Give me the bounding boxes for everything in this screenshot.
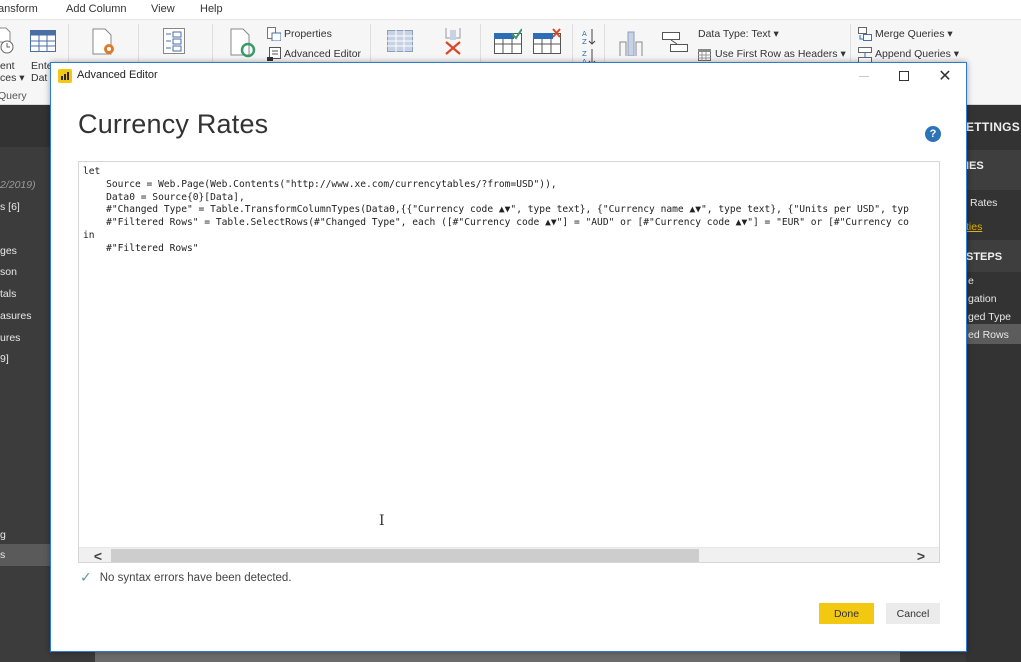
scroll-right-button[interactable]: > xyxy=(910,548,932,563)
group-by-icon[interactable] xyxy=(662,32,688,57)
queries-pane-item[interactable]: asures xyxy=(0,310,32,322)
maximize-button[interactable] xyxy=(884,63,924,89)
code-line[interactable]: #"Filtered Rows" xyxy=(83,243,909,256)
maximize-icon xyxy=(899,71,909,81)
m-code[interactable]: let Source = Web.Page(Web.Contents("http… xyxy=(83,166,909,256)
keep-rows-icon[interactable] xyxy=(494,28,523,59)
code-line[interactable]: #"Filtered Rows" = Table.SelectRows(#"Ch… xyxy=(83,217,909,230)
advanced-editor-button[interactable]: Advanced Editor xyxy=(284,48,361,60)
properties-button[interactable]: Properties xyxy=(284,28,332,40)
query-settings-pane: ETTINGS IES Rates ties STEPS e gation ge… xyxy=(966,105,1021,662)
menu-add-column[interactable]: Add Column xyxy=(66,3,127,15)
menu-help[interactable]: Help xyxy=(200,3,223,15)
help-icon[interactable]: ? xyxy=(925,126,941,142)
svg-text:Z: Z xyxy=(582,38,587,46)
queries-pane-header xyxy=(0,105,50,147)
menu-transform[interactable]: ansform xyxy=(0,3,38,15)
syntax-status-message: No syntax errors have been detected. xyxy=(99,571,292,584)
done-button[interactable]: Done xyxy=(819,603,874,624)
svg-text:A: A xyxy=(582,30,587,38)
recent-sources-dropdown[interactable]: ces ▾ xyxy=(0,72,25,84)
syntax-status: ✓ No syntax errors have been detected. xyxy=(80,569,292,586)
code-line[interactable]: Data0 = Source{0}[Data], xyxy=(83,192,909,205)
data-source-settings-icon[interactable] xyxy=(92,28,118,61)
code-line[interactable]: let xyxy=(83,166,909,179)
close-icon: ✕ xyxy=(938,68,952,85)
queries-pane-item-selected[interactable]: s xyxy=(0,549,5,561)
svg-text:Z: Z xyxy=(582,50,587,58)
queries-pane-item[interactable]: ges xyxy=(0,245,17,257)
code-line[interactable]: in xyxy=(83,230,909,243)
query-name-field[interactable]: Rates xyxy=(970,197,997,209)
split-column-icon[interactable] xyxy=(619,28,643,61)
queries-pane: 2/2019) s [6] ges son tals asures ures 9… xyxy=(0,105,50,662)
code-line[interactable]: Source = Web.Page(Web.Contents("http://w… xyxy=(83,179,909,192)
checkmark-icon: ✓ xyxy=(80,569,92,585)
scrollbar-thumb[interactable] xyxy=(111,549,699,562)
properties-icon[interactable] xyxy=(267,27,282,46)
applied-step[interactable]: ged Type xyxy=(968,311,1011,323)
menu-bar: ansform Add Column View Help xyxy=(0,0,1021,19)
dialog-title: Advanced Editor xyxy=(77,69,158,81)
advanced-editor-dialog: Advanced Editor ✕ Currency Rates ? let S… xyxy=(50,62,967,652)
remove-columns-icon[interactable] xyxy=(442,28,464,61)
dialog-title-bar[interactable]: Advanced Editor ✕ xyxy=(51,63,966,89)
queries-pane-item: 2/2019) xyxy=(0,179,36,191)
data-type-dropdown[interactable]: Data Type: Text ▾ xyxy=(698,28,779,40)
code-editor[interactable]: let Source = Web.Page(Web.Contents("http… xyxy=(78,161,940,563)
queries-pane-item[interactable]: ures xyxy=(0,332,20,344)
menu-view[interactable]: View xyxy=(151,3,175,15)
minimize-button[interactable] xyxy=(844,63,884,89)
applied-steps-title: STEPS xyxy=(966,251,1003,263)
scroll-left-button[interactable]: < xyxy=(87,548,109,563)
queries-pane-item[interactable]: s [6] xyxy=(0,201,20,213)
recent-sources-label[interactable]: ent xyxy=(0,60,15,72)
minimize-icon xyxy=(859,75,869,77)
all-properties-link[interactable]: ties xyxy=(966,221,982,233)
manage-parameters-icon[interactable] xyxy=(163,28,185,59)
merge-queries-icon[interactable] xyxy=(858,27,872,46)
append-queries-button[interactable]: Append Queries ▾ xyxy=(875,48,959,60)
choose-columns-icon[interactable] xyxy=(387,30,413,57)
applied-step-current[interactable]: ed Rows xyxy=(968,329,1009,341)
power-bi-logo-icon xyxy=(58,69,72,83)
applied-step[interactable]: e xyxy=(968,275,974,287)
close-button[interactable]: ✕ xyxy=(925,63,965,89)
enter-data-icon[interactable] xyxy=(30,30,56,57)
group-label-query: Query xyxy=(0,90,27,102)
power-query-editor: ansform Add Column View Help ent ces ▾ E… xyxy=(0,0,1021,662)
recent-sources-icon[interactable] xyxy=(0,26,16,61)
queries-pane-item[interactable]: tals xyxy=(0,288,16,300)
horizontal-scrollbar[interactable]: < > xyxy=(79,547,939,563)
use-first-row-as-headers[interactable]: Use First Row as Headers ▾ xyxy=(715,48,846,60)
query-settings-title: ETTINGS xyxy=(966,120,1021,134)
refresh-preview-icon[interactable] xyxy=(230,28,256,63)
queries-pane-item[interactable]: g xyxy=(0,529,6,541)
queries-pane-item[interactable]: son xyxy=(0,266,17,278)
applied-step[interactable]: gation xyxy=(968,293,997,305)
remove-rows-icon[interactable] xyxy=(533,28,561,59)
query-name-heading: Currency Rates xyxy=(78,109,269,139)
code-line[interactable]: #"Changed Type" = Table.TransformColumnT… xyxy=(83,204,909,217)
status-bar-strip xyxy=(95,652,900,662)
merge-queries-button[interactable]: Merge Queries ▾ xyxy=(875,28,953,40)
properties-section-title: IES xyxy=(966,160,984,172)
text-cursor-icon: I xyxy=(379,513,385,529)
queries-pane-item[interactable]: 9] xyxy=(0,353,9,365)
cancel-button[interactable]: Cancel xyxy=(886,603,940,624)
queries-pane-selected-row[interactable] xyxy=(0,544,50,566)
enter-data-label-2[interactable]: Dat xyxy=(31,72,47,84)
